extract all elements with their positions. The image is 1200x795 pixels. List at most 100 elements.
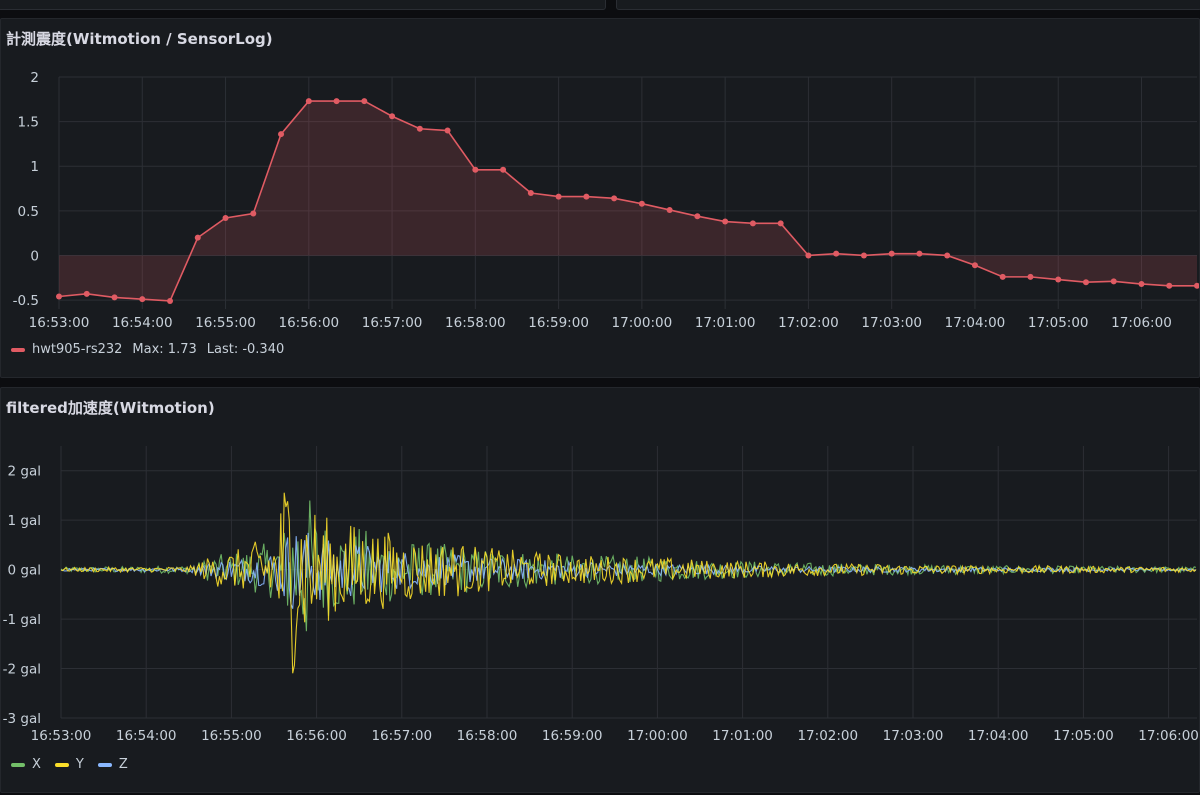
data-point xyxy=(250,210,257,217)
y-tick-label: 0 xyxy=(30,248,39,264)
data-point xyxy=(611,195,618,202)
y-tick-label: -0.5 xyxy=(13,293,39,309)
data-point xyxy=(694,213,701,220)
data-point xyxy=(305,98,312,105)
legend-item-z[interactable]: Z xyxy=(97,757,128,772)
data-point xyxy=(583,193,590,200)
filtered-acceleration-chart: 2 gal 1 gal 0 gal -1 gal -2 gal -3 gal16:53:0… xyxy=(3,446,1199,744)
y-tick-label: 2 xyxy=(30,70,39,86)
legend-item-y[interactable]: Y xyxy=(54,757,84,772)
legend-swatch-y xyxy=(54,762,69,767)
data-point xyxy=(361,98,368,105)
upper-panel-left-edge xyxy=(0,0,606,10)
legend-swatch-z xyxy=(97,762,112,767)
y-tick-label: -2 gal xyxy=(3,662,41,678)
seismic-intensity-panel: 計測震度(Witmotion / SensorLog) 2 1.5 1 0.5 0 -0.… xyxy=(0,18,1200,378)
data-point xyxy=(944,252,951,259)
data-point xyxy=(278,131,285,138)
data-point xyxy=(666,206,673,213)
x-tick-label: 17:05:00 xyxy=(1053,728,1114,744)
data-point xyxy=(389,113,396,120)
y-tick-label: 0 gal xyxy=(8,563,41,579)
x-tick-label: 17:06:00 xyxy=(1138,728,1199,744)
x-tick-label: 16:59:00 xyxy=(528,315,589,331)
data-point xyxy=(333,98,340,105)
data-point xyxy=(416,125,423,132)
x-tick-label: 17:01:00 xyxy=(712,728,773,744)
y-tick-label: 1 gal xyxy=(8,513,41,529)
data-point xyxy=(749,220,756,227)
x-tick-label: 17:03:00 xyxy=(861,315,922,331)
y-tick-label: -3 gal xyxy=(3,711,41,727)
data-point xyxy=(971,262,978,269)
data-point xyxy=(999,273,1006,280)
data-point xyxy=(916,250,923,257)
chart-legend: X Y Z xyxy=(11,757,142,772)
legend-label-y: Y xyxy=(75,757,84,772)
x-tick-label: 16:53:00 xyxy=(29,315,90,331)
seismic-intensity-chart: 2 1.5 1 0.5 0 -0.5 16:53:00 16:54:00 16:55:00 16:… xyxy=(13,70,1199,331)
x-tick-label: 16:54:00 xyxy=(112,315,173,331)
legend-label-z: Z xyxy=(118,757,128,772)
data-point xyxy=(83,290,90,297)
data-point xyxy=(1027,273,1034,280)
data-point xyxy=(722,218,729,225)
data-point xyxy=(1055,276,1062,283)
x-tick-label: 16:57:00 xyxy=(362,315,423,331)
top-panels-strip xyxy=(0,0,1200,12)
data-point xyxy=(1166,282,1173,289)
data-point xyxy=(111,294,118,301)
y-tick-label: 1 xyxy=(30,159,39,175)
legend-max-value: Max: 1.73 xyxy=(132,342,197,357)
x-tick-label: 16:56:00 xyxy=(278,315,339,331)
x-tick-label: 17:02:00 xyxy=(778,315,839,331)
x-tick-label: 16:55:00 xyxy=(195,315,256,331)
legend-label-x: X xyxy=(32,757,41,772)
data-point xyxy=(888,250,895,257)
y-tick-label: 0.5 xyxy=(18,204,39,220)
data-point xyxy=(833,250,840,257)
data-point xyxy=(500,166,507,173)
y-tick-label: 2 gal xyxy=(8,464,41,480)
data-point xyxy=(638,200,645,207)
data-point xyxy=(805,252,812,259)
data-point xyxy=(56,293,62,300)
data-point xyxy=(472,166,479,173)
data-point xyxy=(1138,281,1145,288)
y-tick-label: 1.5 xyxy=(18,115,39,131)
data-point xyxy=(167,297,174,304)
upper-panel-right-edge xyxy=(616,0,1200,10)
data-point xyxy=(860,252,867,259)
data-point xyxy=(555,193,562,200)
x-tick-label: 17:02:00 xyxy=(797,728,858,744)
filtered-acceleration-panel: filtered加速度(Witmotion) 2 gal 1 gal 0 gal -1… xyxy=(0,387,1200,793)
data-point xyxy=(527,190,534,196)
data-point xyxy=(1082,279,1089,286)
legend-item-x[interactable]: X xyxy=(11,757,41,772)
data-point xyxy=(1110,278,1117,285)
x-tick-label: 16:59:00 xyxy=(542,728,603,744)
x-tick-label: 16:58:00 xyxy=(457,728,518,744)
x-tick-label: 17:00:00 xyxy=(627,728,688,744)
data-point xyxy=(222,214,229,221)
data-point xyxy=(194,234,201,241)
legend-swatch-x xyxy=(11,762,25,767)
x-tick-label: 16:57:00 xyxy=(371,728,432,744)
x-tick-label: 17:06:00 xyxy=(1111,315,1172,331)
y-tick-label: -1 gal xyxy=(3,612,41,628)
x-tick-label: 16:55:00 xyxy=(201,728,262,744)
x-tick-label: 16:53:00 xyxy=(31,728,92,744)
x-tick-label: 16:58:00 xyxy=(445,315,506,331)
x-tick-label: 17:05:00 xyxy=(1028,315,1089,331)
data-point xyxy=(444,127,451,134)
x-tick-label: 17:04:00 xyxy=(968,728,1029,744)
x-tick-label: 16:56:00 xyxy=(286,728,347,744)
x-tick-label: 16:54:00 xyxy=(116,728,177,744)
legend-series-name[interactable]: hwt905-rs232 xyxy=(32,342,122,357)
data-point xyxy=(777,220,784,227)
x-tick-label: 17:04:00 xyxy=(945,315,1006,331)
x-tick-label: 17:01:00 xyxy=(695,315,756,331)
legend-last-value: Last: -0.340 xyxy=(206,342,285,357)
x-tick-label: 17:00:00 xyxy=(612,315,673,331)
data-point xyxy=(139,296,146,303)
